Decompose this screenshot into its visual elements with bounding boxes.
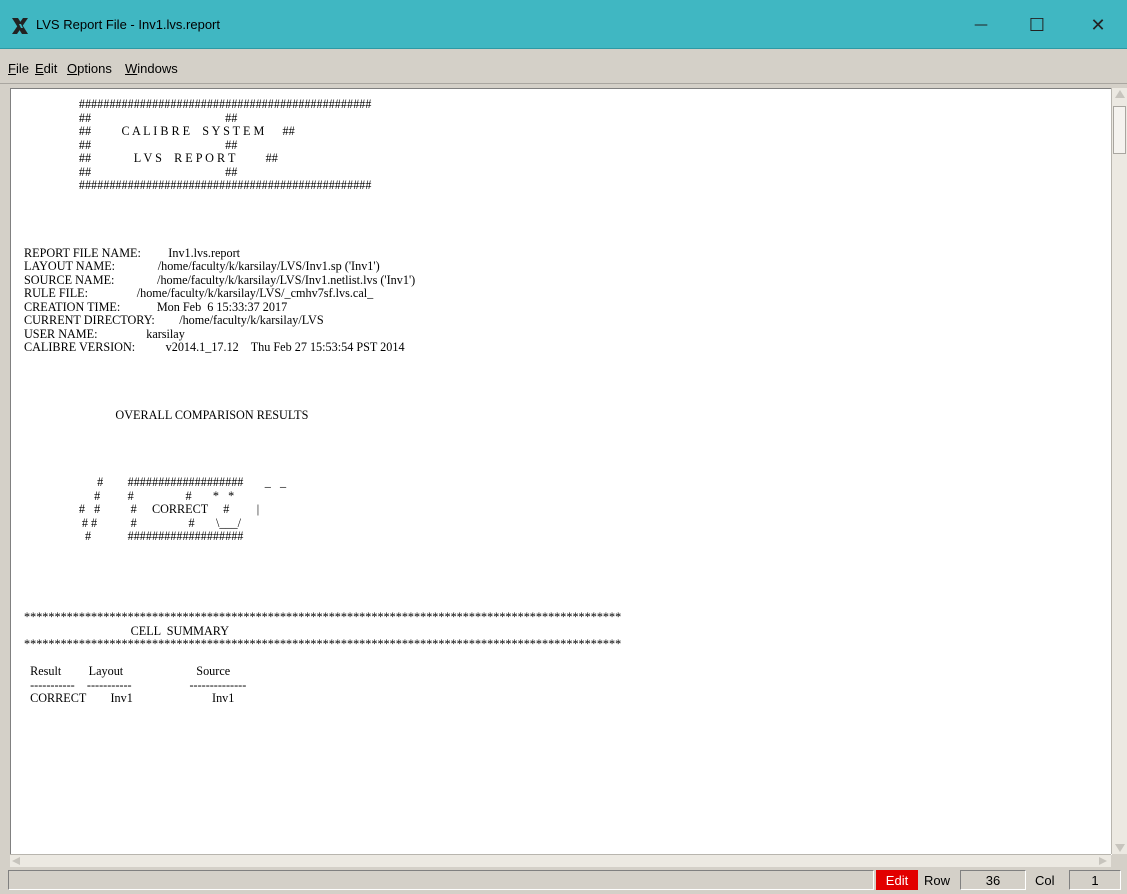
report-line: ****************************************… [24, 610, 622, 624]
report-line: ## C A L I B R E S Y S T E M ## [24, 124, 295, 138]
report-line: ########################################… [24, 178, 372, 192]
report-line: # # # # \___/ [24, 515, 242, 530]
report-line: ----------- ----------- -------------- [24, 677, 247, 692]
report-line: # ################### [24, 529, 244, 543]
minimize-icon: — [974, 17, 988, 33]
menu-edit[interactable]: Edit [35, 61, 57, 76]
scroll-right-icon[interactable] [1099, 857, 1107, 865]
menu-bar: File Edit Options Windows [0, 55, 1127, 84]
report-line: # # # CORRECT # | [24, 502, 260, 516]
scroll-down-icon[interactable] [1115, 844, 1125, 852]
report-line: ## L V S R E P O R T ## [24, 151, 278, 165]
status-bar: Edit Row 36 Col 1 [0, 867, 1127, 894]
report-line: CORRECT Inv1 Inv1 [24, 691, 235, 705]
col-label: Col [1035, 873, 1055, 888]
report-line: CREATION TIME: Mon Feb 6 15:33:37 2017 [24, 299, 288, 314]
report-line: ## ## [24, 137, 238, 152]
report-text-area[interactable]: ########################################… [10, 88, 1112, 855]
report-line: ########################################… [24, 97, 372, 111]
report-line: REPORT FILE NAME: Inv1.lvs.report [24, 245, 241, 260]
report-line: CURRENT DIRECTORY: /home/faculty/k/karsi… [24, 313, 324, 327]
menu-windows[interactable]: Windows [125, 61, 178, 76]
report-line: USER NAME: karsilay [24, 326, 185, 341]
title-bar: LVS Report File - Inv1.lvs.report — ☐ ✕ [0, 0, 1127, 49]
report-line: ****************************************… [24, 637, 622, 651]
maximize-icon: ☐ [1028, 14, 1046, 36]
menu-file[interactable]: File [8, 61, 29, 76]
scroll-up-icon[interactable] [1115, 90, 1125, 98]
row-value: 36 [960, 870, 1026, 890]
row-label: Row [924, 873, 951, 888]
col-value: 1 [1069, 870, 1121, 890]
scroll-left-icon[interactable] [12, 857, 20, 865]
report-line: RULE FILE: /home/faculty/k/karsilay/LVS/… [24, 286, 374, 300]
edit-mode-badge: Edit [876, 870, 918, 890]
report-line: SOURCE NAME: /home/faculty/k/karsilay/LV… [24, 272, 416, 287]
vertical-scroll-thumb[interactable] [1113, 106, 1126, 154]
maximize-button[interactable]: ☐ [1019, 10, 1055, 40]
report-line: # # # * * [24, 488, 235, 503]
status-message-field [8, 870, 874, 890]
report-content: ########################################… [11, 89, 1112, 706]
horizontal-scrollbar[interactable] [10, 854, 1111, 867]
report-line: Result Layout Source [24, 664, 231, 678]
report-line: CALIBRE VERSION: v2014.1_17.12 Thu Feb 2… [24, 340, 405, 354]
minimize-button[interactable]: — [963, 10, 999, 40]
report-line: LAYOUT NAME: /home/faculty/k/karsilay/LV… [24, 259, 380, 273]
x-window-icon [12, 18, 28, 34]
report-line: OVERALL COMPARISON RESULTS [24, 407, 309, 422]
window-title: LVS Report File - Inv1.lvs.report [36, 17, 220, 32]
report-line: ## ## [24, 164, 238, 179]
close-button[interactable]: ✕ [1080, 10, 1116, 40]
menu-options[interactable]: Options [67, 61, 112, 76]
close-icon: ✕ [1090, 14, 1106, 36]
vertical-scrollbar[interactable] [1111, 88, 1127, 854]
report-line: # ################### _ _ [24, 475, 287, 489]
report-line: ## ## [24, 110, 238, 125]
report-line: CELL SUMMARY [24, 623, 230, 638]
